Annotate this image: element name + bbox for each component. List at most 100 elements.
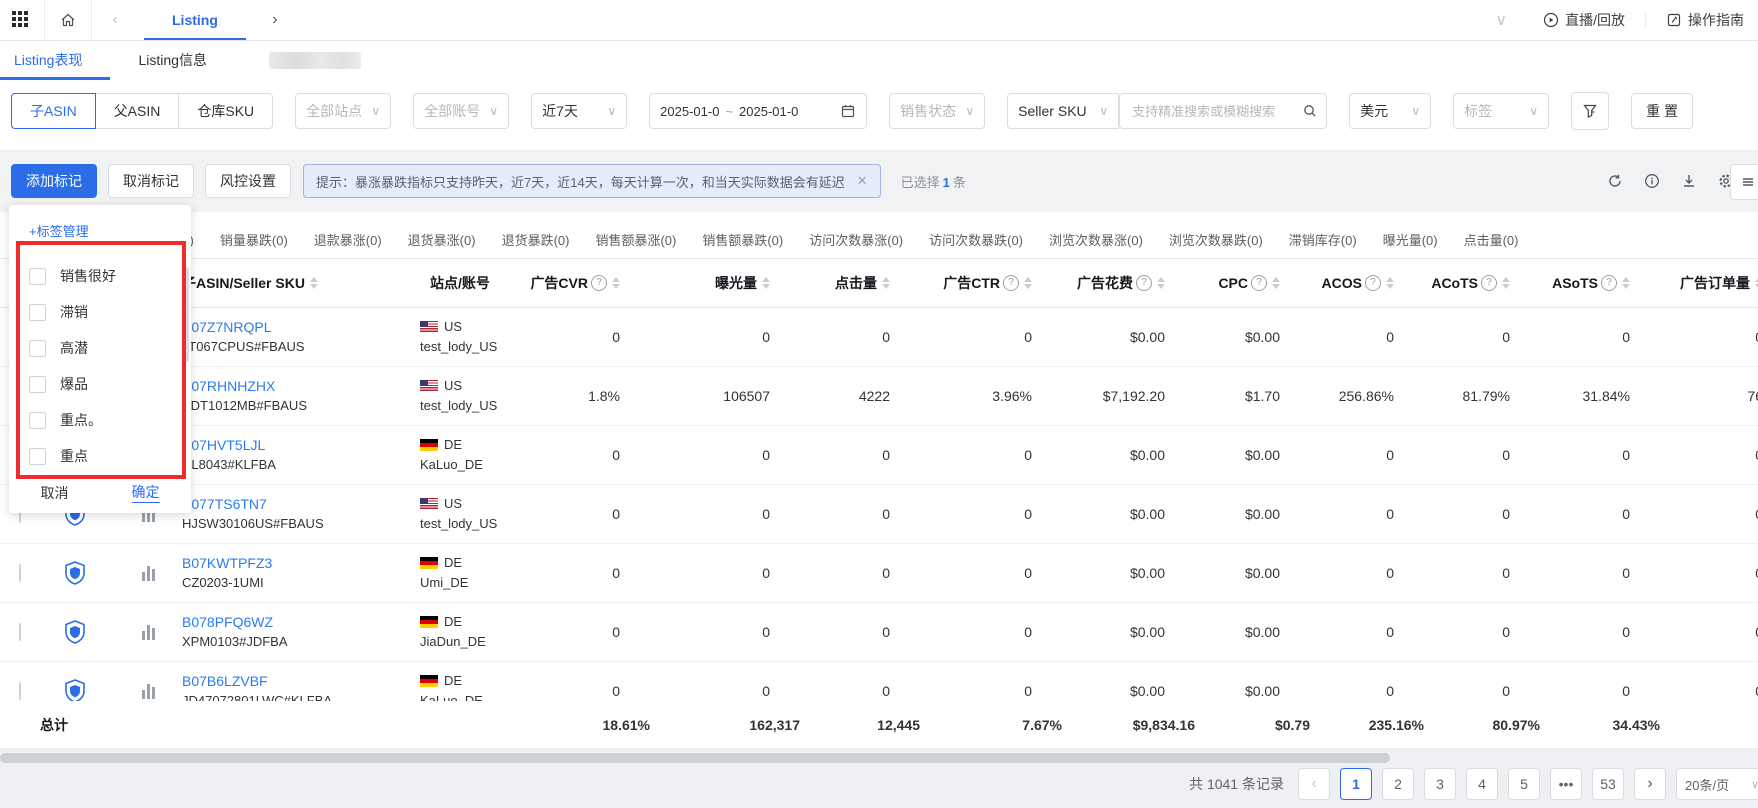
badge-cell[interactable] <box>48 620 102 644</box>
badge-cell[interactable] <box>48 679 102 701</box>
asin-link[interactable]: B07Z7NRQPL <box>182 317 420 337</box>
help-icon[interactable]: ? <box>1481 275 1497 291</box>
metric-tab[interactable]: 销售额暴跌(0) <box>702 230 783 249</box>
asin-link[interactable]: B07B6LZVBF <box>182 671 420 691</box>
help-icon[interactable]: ? <box>1003 275 1019 291</box>
metric-tab[interactable]: 退货暴跌(0) <box>502 230 570 249</box>
metric-tab[interactable]: 点击量(0) <box>1464 230 1519 249</box>
chevron-down-icon[interactable]: ∨ <box>1495 10 1507 30</box>
page-button[interactable]: 53 <box>1592 768 1624 800</box>
sort-icon[interactable] <box>1386 277 1394 289</box>
type-tab-parent-asin[interactable]: 父ASIN <box>95 93 180 129</box>
column-header[interactable]: CPC? <box>1165 275 1280 291</box>
tag-checkbox[interactable] <box>29 448 46 465</box>
tag-manage-link[interactable]: +标签管理 <box>9 205 191 240</box>
confirm-button[interactable]: 确定 <box>132 482 160 503</box>
column-header[interactable]: ASoTS? <box>1510 275 1630 291</box>
panel-scrollbar[interactable] <box>184 267 189 362</box>
account-select[interactable]: 全部账号∨ <box>413 93 509 129</box>
help-icon[interactable]: ? <box>1251 275 1267 291</box>
sort-icon[interactable] <box>1622 277 1630 289</box>
tab-scroll-right[interactable]: › <box>252 0 298 40</box>
column-header[interactable]: 广告CTR? <box>890 273 1032 293</box>
guide-button[interactable]: 操作指南 <box>1666 10 1744 30</box>
add-mark-button[interactable]: 添加标记 <box>11 164 97 198</box>
type-tab-warehouse-sku[interactable]: 仓库SKU <box>178 93 273 129</box>
tab-listing-info[interactable]: Listing信息 <box>124 41 220 79</box>
tag-select[interactable]: 标签∨ <box>1453 93 1549 129</box>
page-ellipsis[interactable]: ••• <box>1550 768 1582 800</box>
truncated-button[interactable] <box>1730 164 1758 200</box>
trend-chart-icon[interactable] <box>142 565 172 581</box>
tag-checkbox[interactable] <box>29 340 46 357</box>
page-button[interactable]: 3 <box>1424 768 1456 800</box>
reset-button[interactable]: 重 置 <box>1631 93 1693 129</box>
column-header[interactable]: ACOS? <box>1280 275 1394 291</box>
asin-link[interactable]: B07KWTPFZ3 <box>182 553 420 573</box>
site-select[interactable]: 全部站点∨ <box>295 93 391 129</box>
tag-option[interactable]: 爆品 <box>9 366 191 402</box>
metric-tab[interactable]: 销售额暴涨(0) <box>595 230 676 249</box>
column-header[interactable]: 曝光量 <box>620 273 770 293</box>
metric-tab[interactable]: 曝光量(0) <box>1383 230 1438 249</box>
tag-option[interactable]: 滞销 <box>9 294 191 330</box>
column-header[interactable]: ACoTS? <box>1394 275 1510 291</box>
column-header[interactable]: 广告CVR? <box>540 273 620 293</box>
help-icon[interactable]: ? <box>1365 275 1381 291</box>
help-icon[interactable]: ? <box>591 275 607 291</box>
next-page-button[interactable]: › <box>1634 768 1666 800</box>
search-icon[interactable] <box>1302 103 1318 119</box>
metric-tab[interactable]: 退款暴涨(0) <box>314 230 382 249</box>
advanced-filter-button[interactable] <box>1571 92 1609 130</box>
metric-tab[interactable]: 浏览次数暴跌(0) <box>1169 230 1263 249</box>
tab-listing-performance[interactable]: Listing表现 <box>0 41 96 79</box>
sort-icon[interactable] <box>1272 277 1280 289</box>
sku-type-select[interactable]: Seller SKU∨ <box>1007 93 1119 129</box>
asin-link[interactable]: B07HVT5LJL <box>182 435 420 455</box>
refresh-button[interactable] <box>1607 173 1623 189</box>
trend-chart-icon[interactable] <box>142 683 172 699</box>
sort-icon[interactable] <box>310 277 318 289</box>
asin-link[interactable]: B07RHNHZHX <box>182 376 420 396</box>
tag-option[interactable]: 重点 <box>9 438 191 474</box>
tag-option[interactable]: 高潜 <box>9 330 191 366</box>
sort-icon[interactable] <box>1157 277 1165 289</box>
tag-checkbox[interactable] <box>29 268 46 285</box>
help-icon[interactable]: ? <box>1601 275 1617 291</box>
type-tab-child-asin[interactable]: 子ASIN <box>11 93 96 129</box>
metric-tab[interactable]: 访问次数暴涨(0) <box>809 230 903 249</box>
tag-checkbox[interactable] <box>29 412 46 429</box>
nav-tab-listing[interactable]: Listing <box>138 0 252 40</box>
row-checkbox[interactable] <box>19 564 21 582</box>
download-button[interactable] <box>1681 173 1697 189</box>
badge-cell[interactable] <box>48 561 102 585</box>
page-size-select[interactable]: 20条/页∨ <box>1676 768 1758 800</box>
close-icon[interactable]: ✕ <box>857 173 868 189</box>
metric-tab[interactable]: 销量暴跌(0) <box>220 230 288 249</box>
date-range-input[interactable]: 2025-01-0 ~ 2025-01-0 <box>649 93 867 129</box>
metric-tab[interactable]: 访问次数暴跌(0) <box>929 230 1023 249</box>
info-button[interactable] <box>1644 173 1660 189</box>
sort-icon[interactable] <box>612 277 620 289</box>
tag-checkbox[interactable] <box>29 304 46 321</box>
search-input[interactable] <box>1130 103 1302 120</box>
sort-icon[interactable] <box>762 277 770 289</box>
page-button[interactable]: 4 <box>1466 768 1498 800</box>
cancel-button[interactable]: 取消 <box>41 483 69 503</box>
live-replay-button[interactable]: 直播/回放 <box>1543 10 1625 30</box>
sort-icon[interactable] <box>882 277 890 289</box>
app-launcher-icon[interactable] <box>12 11 30 29</box>
tag-checkbox[interactable] <box>29 376 46 393</box>
column-header[interactable]: 点击量 <box>770 273 890 293</box>
tag-option[interactable]: 重点。 <box>9 402 191 438</box>
sort-icon[interactable] <box>1502 277 1510 289</box>
sort-icon[interactable] <box>1024 277 1032 289</box>
horizontal-scrollbar[interactable] <box>0 753 1390 763</box>
tab-scroll-left[interactable]: ‹ <box>92 0 138 40</box>
page-button[interactable]: 1 <box>1340 768 1372 800</box>
home-button[interactable] <box>45 0 91 40</box>
currency-select[interactable]: 美元∨ <box>1349 93 1431 129</box>
page-button[interactable]: 2 <box>1382 768 1414 800</box>
row-checkbox[interactable] <box>19 682 21 700</box>
row-checkbox[interactable] <box>19 623 21 641</box>
